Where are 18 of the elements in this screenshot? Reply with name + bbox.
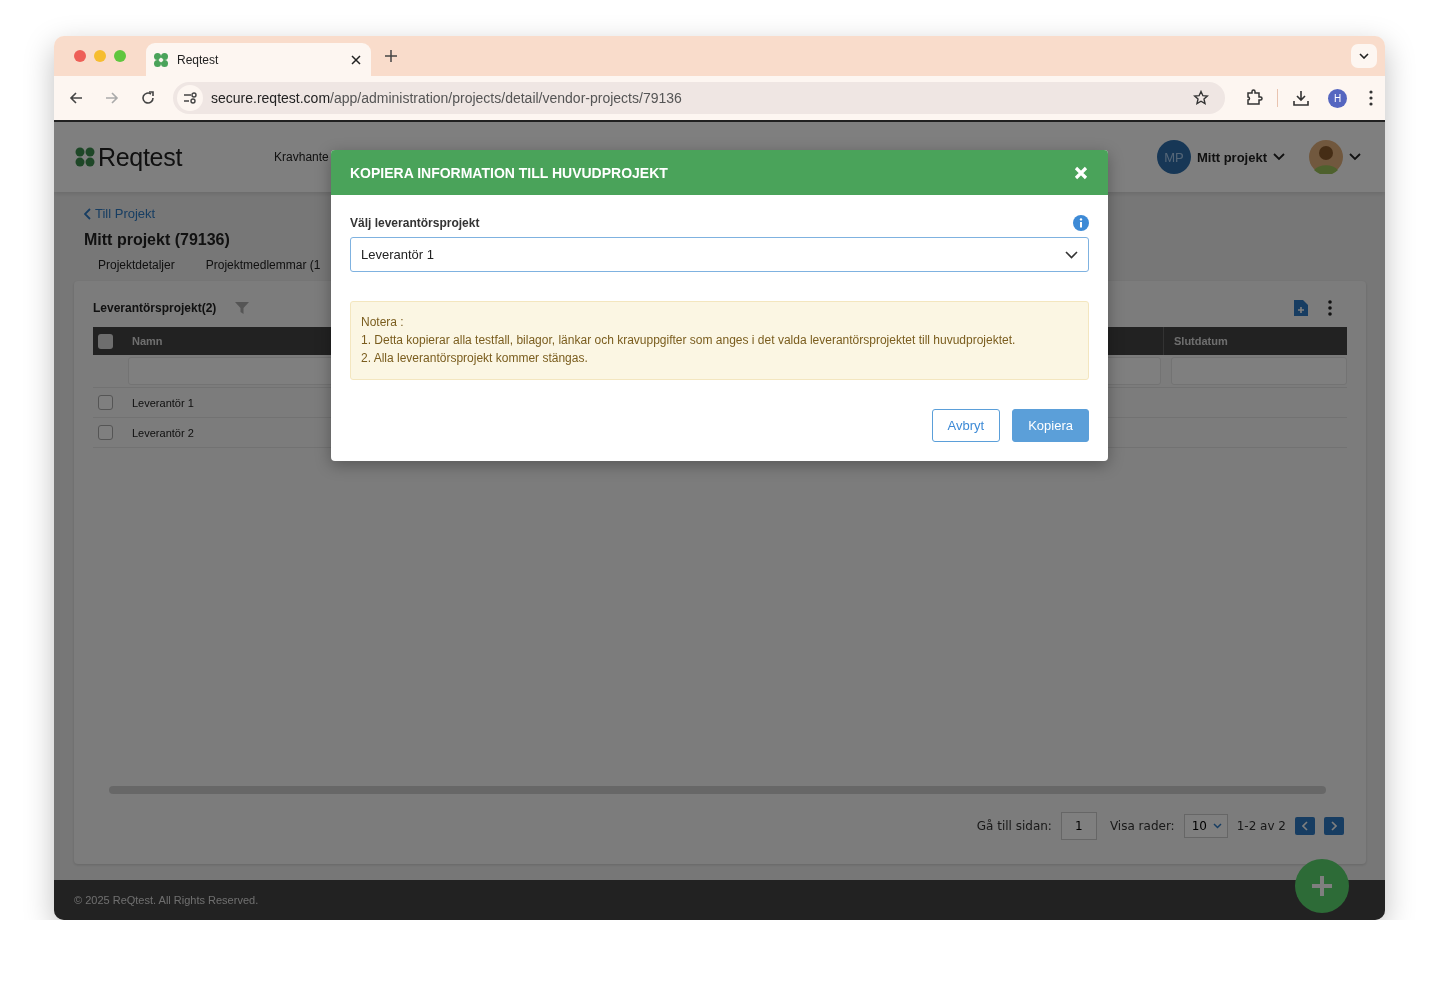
tab-title: Reqtest	[177, 52, 220, 67]
logo-text: Reqtest	[98, 142, 183, 172]
rows-label: Visa rader:	[1109, 819, 1175, 833]
note-text: 2. Alla leverantörsprojekt kommer stängas.	[361, 350, 589, 367]
field-label: Välj leverantörsprojekt	[350, 216, 480, 230]
card-title: Leverantörsprojekt(2)	[93, 301, 217, 315]
project-name: Mitt projekt	[1196, 149, 1267, 165]
note-text: Notera :	[361, 314, 405, 331]
table-cell-text: Leverantör 1	[131, 396, 195, 409]
footer-text: © 2025 ReQtest. All Rights Reserved.	[54, 880, 1385, 920]
dialog-title: KOPIERA INFORMATION TILL HUVUDPROJEKT	[350, 164, 668, 181]
table-cell-text: Leverantör 2	[131, 426, 195, 439]
url-text: secure.reqtest.com/app/administration/projects/detail/vendor-projects/79136	[211, 90, 682, 106]
page-range: 1-2 av 2	[1236, 819, 1286, 833]
note-text: 1. Detta kopierar alla testfall, bilagor, länkar och kravuppgifter som anges i det valda leverantörsprojektet till huvudprojektet.	[361, 332, 1017, 349]
page-title: Mitt projekt (79136)	[84, 231, 231, 249]
page-label: Gå till sidan:	[976, 819, 1052, 833]
project-initials: MP	[1156, 140, 1191, 174]
